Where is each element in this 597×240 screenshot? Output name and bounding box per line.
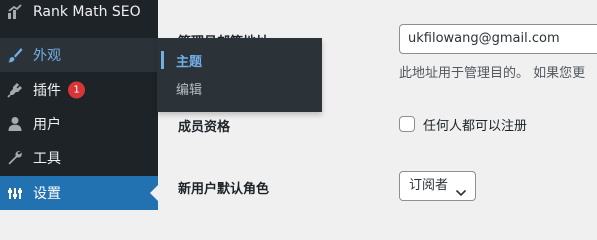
sidebar-item-rank-math[interactable]: Rank Math SEO (0, 0, 158, 29)
submenu-item-themes[interactable]: 主题 (157, 46, 322, 74)
admin-sidebar: Rank Math SEO 外观 插件 1 用户 工具 设置 (0, 0, 158, 210)
rank-math-icon (6, 3, 24, 21)
paintbrush-icon (6, 46, 24, 64)
anyone-can-register-label[interactable]: 任何人都可以注册 (423, 115, 527, 134)
plugin-icon (6, 81, 24, 99)
membership-label: 成员资格 (178, 120, 231, 135)
default-role-select[interactable]: 订阅者 (399, 171, 476, 201)
sidebar-item-settings[interactable]: 设置 (0, 176, 158, 210)
wrench-icon (6, 149, 24, 167)
plugin-update-badge: 1 (68, 81, 85, 99)
default-role-value: 订阅者 (409, 178, 449, 193)
sidebar-item-users[interactable]: 用户 (0, 107, 158, 141)
settings-icon (6, 184, 24, 202)
admin-email-description: 此地址用于管理目的。 如果您更 (399, 66, 586, 81)
anyone-can-register-checkbox[interactable] (399, 116, 415, 132)
sidebar-item-label: 外观 (33, 48, 61, 64)
chevron-down-icon (455, 181, 467, 209)
sidebar-item-tools[interactable]: 工具 (0, 141, 158, 175)
sidebar-item-label: 插件 (33, 83, 61, 99)
sidebar-item-label: 设置 (33, 186, 61, 202)
submenu-item-editor[interactable]: 编辑 (157, 74, 322, 102)
sidebar-item-appearance[interactable]: 外观 (0, 38, 158, 72)
admin-email-input[interactable]: ukfilowang@gmail.com (399, 24, 597, 54)
appearance-flyout-submenu: 主题 编辑 (157, 38, 322, 112)
user-icon (6, 115, 24, 133)
sidebar-item-label: 工具 (33, 151, 61, 167)
wp-admin-screen: 管理员邮箱地址 ukfilowang@gmail.com 此地址用于管理目的。 … (0, 0, 597, 210)
default-role-label: 新用户默认角色 (178, 182, 270, 197)
sidebar-item-plugins[interactable]: 插件 1 (0, 73, 158, 107)
sidebar-item-label: Rank Math SEO (33, 4, 141, 20)
sidebar-item-label: 用户 (33, 117, 61, 133)
